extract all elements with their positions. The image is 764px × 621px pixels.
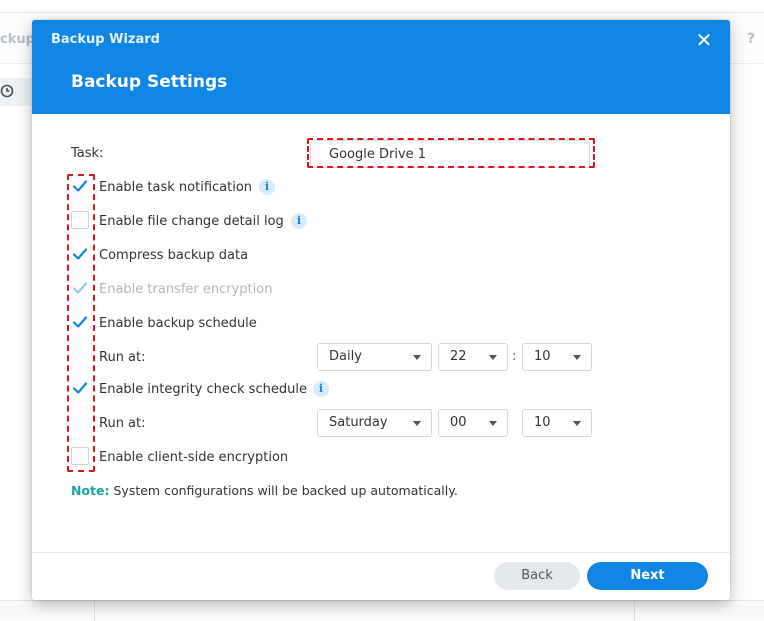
note-body: System configurations will be backed up … — [109, 483, 458, 498]
integrity-run-at-label: Run at: — [99, 416, 146, 431]
chevron-down-icon — [413, 421, 421, 426]
checkmark-icon — [72, 180, 88, 192]
close-icon[interactable]: ✕ — [692, 28, 716, 52]
integrity-check-checkbox[interactable] — [71, 379, 89, 397]
integrity-check-label: Enable integrity check schedule — [99, 382, 307, 397]
dialog-header: Backup Wizard ✕ Backup Settings — [32, 20, 730, 114]
footer-divider — [32, 552, 730, 553]
chevron-down-icon — [489, 421, 497, 426]
background-help-icon[interactable]: ? — [742, 31, 760, 47]
chevron-down-icon — [573, 355, 581, 360]
transfer-encryption-label: Enable transfer encryption — [99, 282, 273, 297]
compress-data-checkbox[interactable] — [71, 245, 89, 263]
backup-wizard-dialog: Backup Wizard ✕ Backup Settings Task: En… — [32, 20, 730, 600]
info-icon[interactable]: i — [291, 213, 307, 229]
note-label: Note: — [71, 483, 110, 498]
note-text: Note: System configurations will be back… — [71, 483, 458, 498]
client-side-encryption-checkbox[interactable] — [71, 447, 89, 465]
back-button[interactable]: Back — [494, 562, 580, 590]
chevron-down-icon — [413, 355, 421, 360]
backup-hour-select[interactable]: 22 — [438, 343, 508, 371]
file-change-log-checkbox[interactable] — [71, 211, 89, 229]
task-name-input[interactable] — [310, 140, 590, 168]
backup-frequency-select[interactable]: Daily — [317, 343, 432, 371]
background-table-footer — [0, 600, 764, 621]
checkmark-icon — [72, 316, 88, 328]
backup-run-at-label: Run at: — [99, 350, 146, 365]
chevron-down-icon — [573, 421, 581, 426]
background-app-title: ckup — [0, 32, 35, 47]
checkmark-icon — [72, 248, 88, 260]
backup-minute-select[interactable]: 10 — [522, 343, 592, 371]
checkmark-icon — [72, 282, 88, 294]
compress-data-label: Compress backup data — [99, 248, 249, 263]
history-icon — [0, 84, 14, 98]
checkmark-icon — [72, 382, 88, 394]
wizard-title: Backup Wizard — [51, 32, 160, 47]
page-title: Backup Settings — [71, 72, 228, 92]
integrity-frequency-select[interactable]: Saturday — [317, 409, 432, 437]
task-notification-label: Enable task notification — [99, 180, 253, 195]
transfer-encryption-checkbox — [71, 279, 89, 297]
info-icon[interactable]: i — [259, 179, 275, 195]
task-notification-checkbox[interactable] — [71, 177, 89, 195]
client-side-encryption-label: Enable client-side encryption — [99, 450, 289, 465]
chevron-down-icon — [489, 355, 497, 360]
file-change-log-label: Enable file change detail log — [99, 214, 284, 229]
time-separator: : — [512, 349, 517, 364]
info-icon[interactable]: i — [313, 381, 329, 397]
task-label: Task: — [71, 146, 104, 161]
backup-schedule-checkbox[interactable] — [71, 313, 89, 331]
next-button[interactable]: Next — [587, 562, 708, 590]
integrity-minute-select[interactable]: 10 — [522, 409, 592, 437]
backup-schedule-label: Enable backup schedule — [99, 316, 257, 331]
integrity-hour-select[interactable]: 00 — [438, 409, 508, 437]
